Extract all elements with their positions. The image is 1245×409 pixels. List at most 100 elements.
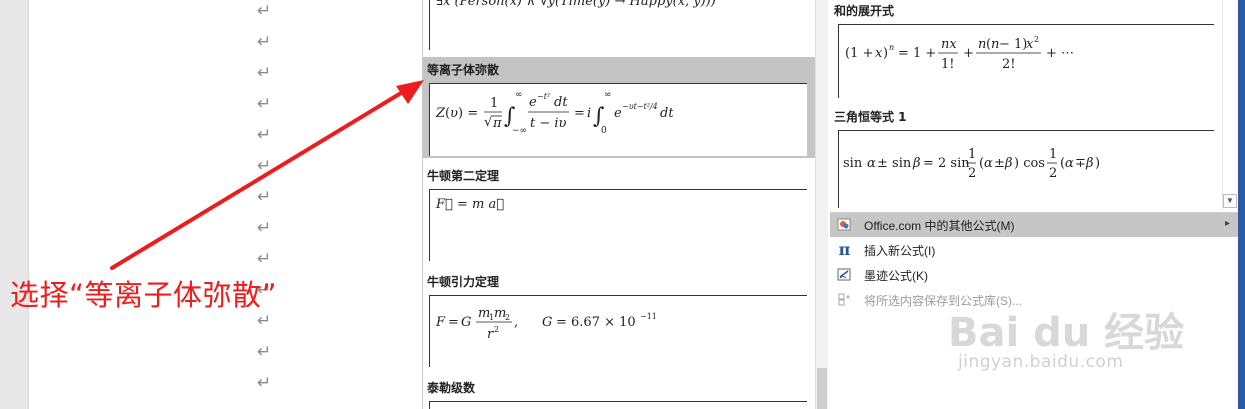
- paragraph-mark: ↵: [257, 342, 272, 362]
- equation-title: 和的展开式: [834, 4, 895, 18]
- equation-preview: [429, 401, 807, 409]
- svg-text:2: 2: [505, 313, 510, 322]
- svg-text:∞: ∞: [515, 90, 523, 100]
- right-gallery-scrollbar[interactable]: [1222, 0, 1238, 210]
- gallery-scrollbar[interactable]: [815, 0, 828, 409]
- svg-text:2: 2: [494, 325, 499, 334]
- menu-item-ink-equation[interactable]: 墨迹公式(K): [830, 263, 1238, 287]
- equation-item-taylor-series[interactable]: 泰勒级数: [423, 372, 815, 409]
- paragraph-mark: ↵: [257, 249, 272, 269]
- equation-item-newton-second-law[interactable]: 牛顿第二定理 F⃗ = m a⃗: [423, 160, 815, 264]
- equation-item-trig-identity[interactable]: 三角恒等式 1 sin α ± sin β = 2 sin 1 2 ( α ±: [830, 104, 1222, 210]
- equation-item-newton-gravitation[interactable]: 牛顿引力定理 F = G m1 m2 r2 , G = 6.67 × 10 −1: [423, 266, 815, 370]
- svg-text:0: 0: [601, 126, 607, 136]
- trig-formula: sin α ± sin β = 2 sin 1 2 ( α ± β ) cos …: [843, 147, 1100, 181]
- paragraph-mark: ↵: [257, 1, 272, 21]
- svg-text:−υt−t²/4: −υt−t²/4: [622, 102, 658, 111]
- menu-item-insert-new-equation[interactable]: π 插入新公式(I): [830, 238, 1238, 262]
- word-window: ↵ ↵ ↵ ↵ ↵ ↵ ↵ ↵ ↵ ↵ ↵ ↵ ↵ 选择“等离子体弥散” ∃x …: [0, 0, 1245, 409]
- equation-title: 泰勒级数: [427, 381, 476, 395]
- svg-text:β: β: [1085, 156, 1094, 171]
- svg-text:1!: 1!: [941, 57, 955, 72]
- svg-text:n: n: [889, 43, 894, 52]
- menu-label: Office.com 中的其他公式(M): [864, 219, 1015, 233]
- paragraph-mark: ↵: [257, 156, 272, 176]
- svg-text:−∞: −∞: [512, 126, 527, 136]
- paragraph-mark: ↵: [257, 63, 272, 83]
- svg-text:υ: υ: [450, 106, 458, 121]
- svg-text:± sin: ± sin: [877, 156, 912, 171]
- svg-text:,: ,: [514, 315, 518, 330]
- baidu-watermark-logo: Bai du 经验: [948, 310, 1185, 356]
- svg-text:nx: nx: [941, 37, 957, 52]
- paragraph-mark: ↵: [257, 311, 272, 331]
- svg-text:e: e: [529, 95, 537, 110]
- annotation-text: 选择“等离子体弥散”: [10, 278, 278, 312]
- equation-item-binomial[interactable]: 和的展开式 (1 + x ) n = 1 + nx 1! + n (n − 1…: [830, 0, 1222, 100]
- svg-text:=: =: [448, 315, 459, 330]
- document-page[interactable]: ↵ ↵ ↵ ↵ ↵ ↵ ↵ ↵ ↵ ↵ ↵ ↵ ↵: [28, 0, 423, 409]
- svg-text:α: α: [984, 156, 993, 171]
- svg-text:F: F: [435, 315, 446, 330]
- gravitation-formula: F = G m1 m2 r2 , G = 6.67 × 10 −11: [435, 306, 657, 342]
- svg-text:1: 1: [1049, 147, 1057, 162]
- svg-text:√: √: [484, 115, 493, 130]
- svg-text:sin: sin: [843, 156, 863, 171]
- equation-preview: ∃x (Person(x) ∧ ∀y(Time(y) → Happy(x, y)…: [429, 0, 807, 50]
- paragraph-mark: ↵: [257, 125, 272, 145]
- equation-preview: F⃗ = m a⃗: [429, 189, 807, 261]
- svg-text:β: β: [912, 156, 921, 171]
- paragraph-mark: ↵: [257, 32, 272, 52]
- svg-text:β: β: [1004, 156, 1013, 171]
- ink-equation-icon: [837, 267, 852, 282]
- svg-text:1: 1: [490, 96, 498, 111]
- equation-preview: sin α ± sin β = 2 sin 1 2 ( α ± β ) cos …: [838, 130, 1214, 208]
- gallery-scroll-thumb[interactable]: [817, 368, 827, 409]
- svg-text:+: +: [963, 46, 974, 61]
- save-to-gallery-icon: [837, 292, 852, 307]
- equation-preview: (1 + x ) n = 1 + nx 1! + n ( n − 1) x 2 …: [838, 24, 1214, 98]
- svg-text:2!: 2!: [1002, 57, 1016, 72]
- svg-text:2: 2: [1049, 166, 1057, 181]
- more-dropdown-button[interactable]: ▼: [1223, 194, 1237, 208]
- equation-title: 三角恒等式 1: [834, 110, 907, 124]
- menu-label: 插入新公式(I): [864, 244, 936, 258]
- svg-text:=: =: [574, 106, 585, 121]
- svg-text:∓: ∓: [1075, 156, 1086, 171]
- pi-icon: π: [838, 240, 851, 259]
- svg-text:r: r: [487, 327, 494, 342]
- svg-text:G: G: [542, 315, 552, 330]
- svg-text:π: π: [492, 116, 502, 131]
- baidu-watermark-url: jingyan.baidu.com: [958, 352, 1124, 372]
- svg-text:) =: ) =: [458, 106, 478, 121]
- svg-text:t − iυ: t − iυ: [530, 116, 567, 131]
- svg-text:+ ⋯: + ⋯: [1046, 46, 1074, 61]
- svg-text:1: 1: [968, 147, 976, 162]
- svg-text:= 6.67 × 10: = 6.67 × 10: [556, 315, 636, 330]
- equation-preview: F = G m1 m2 r2 , G = 6.67 × 10 −11: [429, 295, 807, 367]
- svg-text:2: 2: [1034, 35, 1039, 44]
- svg-text:i: i: [587, 106, 591, 121]
- svg-text:x: x: [1026, 37, 1034, 52]
- equation-preview: Z ( υ ) = 1 √ π ∫ ∞ −∞ e −t² dt t − iυ =…: [429, 83, 807, 156]
- equation-title: 牛顿第二定理: [427, 169, 500, 183]
- menu-item-office-more-equations[interactable]: Office.com 中的其他公式(M) ▸: [830, 213, 1238, 237]
- equation-item-plasma-dispersion[interactable]: 等离子体弥散 Z ( υ ) = 1 √ π ∫ ∞ −∞ e −t² dt t…: [423, 57, 815, 158]
- equation-title: 牛顿引力定理: [427, 275, 500, 289]
- menu-label: 墨迹公式(K): [864, 269, 928, 283]
- document-margin: [0, 0, 28, 409]
- svg-text:e: e: [614, 106, 622, 121]
- submenu-arrow-icon: ▸: [1224, 218, 1230, 229]
- svg-text:−t²: −t²: [537, 92, 550, 101]
- equation-item-predicate[interactable]: ∃x (Person(x) ∧ ∀y(Time(y) → Happy(x, y)…: [423, 0, 815, 56]
- svg-text:−11: −11: [640, 312, 657, 321]
- equation-title: 等离子体弥散: [427, 63, 500, 77]
- svg-text:dt: dt: [554, 95, 568, 110]
- svg-text:(1 +: (1 +: [845, 46, 873, 61]
- binomial-formula: (1 + x ) n = 1 + nx 1! + n ( n − 1) x 2 …: [845, 35, 1074, 72]
- paragraph-mark: ↵: [257, 187, 272, 207]
- window-edge: [1238, 0, 1245, 409]
- svg-text:= 2 sin: = 2 sin: [923, 156, 970, 171]
- svg-text:) cos: ) cos: [1014, 156, 1045, 171]
- svg-text:− 1): − 1): [999, 37, 1027, 52]
